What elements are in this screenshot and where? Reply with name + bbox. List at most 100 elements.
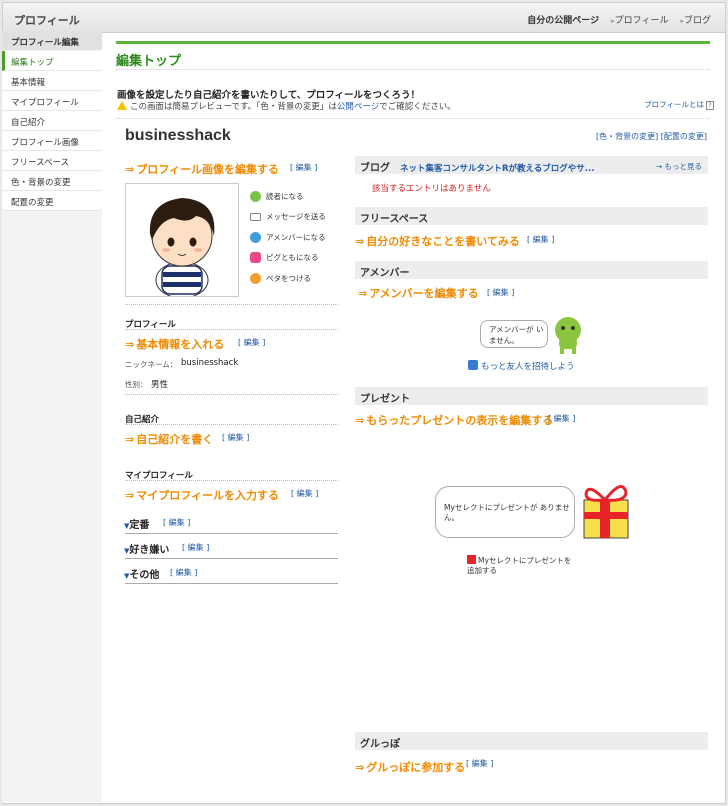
action-message[interactable]: メッセージを送る (250, 207, 326, 228)
toggle-other[interactable]: その他 (124, 566, 159, 581)
action-label: 読者になる (266, 191, 304, 201)
sidebar-item-basic-info[interactable]: 基本情報 (2, 71, 102, 91)
edit-button[interactable]: [ 編集 ] (238, 337, 265, 348)
preview-note: この画面は簡易プレビューです。「色・背景の変更」は公開ページでご確認ください。 (117, 100, 456, 112)
gurupo-heading: グルっぽ (360, 739, 400, 750)
write-intro-link[interactable]: 自己紹介を書く (125, 431, 213, 447)
action-peta[interactable]: ペタをつける (250, 268, 326, 289)
edit-profile-image-link[interactable]: プロフィール画像を編集する (125, 161, 279, 177)
header-title: プロフィール (14, 14, 80, 27)
present-header: プレゼント (355, 387, 708, 405)
add-present-link[interactable]: Myセレクトにプレゼントを追加する (467, 555, 577, 576)
divider (125, 480, 338, 481)
present-bubble: Myセレクトにプレゼントが ありません。 (435, 486, 575, 538)
nickname-label: ニックネーム： (125, 360, 178, 369)
free-space-header: フリースペース (355, 207, 708, 225)
present-heading: プレゼント (360, 394, 410, 405)
about-profile-link[interactable]: プロフィールとは? (644, 99, 714, 110)
blog-empty-message: 該当するエントリはありません (372, 184, 491, 194)
invite-friends-link[interactable]: もっと友人を招待しよう (468, 360, 575, 372)
sidebar-heading: プロフィール編集 (2, 31, 102, 50)
blog-heading: ブログ (360, 163, 390, 174)
header-bar: プロフィール 自分の公開ページ プロフィール ブログ (3, 3, 725, 33)
avatar (125, 183, 239, 299)
nickname-value: businesshack (181, 358, 239, 368)
sidebar-item-my-profile[interactable]: マイプロフィール (2, 91, 102, 111)
my-profile-label: マイプロフィールを入力する (136, 489, 279, 502)
about-profile-label: プロフィールとは (644, 100, 704, 109)
amember-mascot-icon (555, 317, 581, 354)
gurupo-join-label: グルっぽに参加する (366, 761, 466, 774)
present-edit-label: もらったプレゼントの表示を編集する (366, 414, 554, 427)
amember-bubble: アメンバーが いません。 (480, 320, 548, 348)
action-reader[interactable]: 読者になる (250, 186, 326, 207)
note-prefix: この画面は簡易プレビューです。「色・背景の変更」は (130, 102, 337, 112)
sidebar-item-self-intro[interactable]: 自己紹介 (2, 111, 102, 131)
edit-button[interactable]: [ 編集 ] (222, 432, 249, 443)
header-nav: 自分の公開ページ プロフィール ブログ (527, 13, 711, 26)
gurupo-join-link[interactable]: グルっぽに参加する (355, 759, 465, 775)
layout-links[interactable]: [色・背景の変更] [配置の変更] (596, 131, 707, 142)
action-label: アメンバーになる (266, 232, 326, 242)
action-label: ピグともになる (266, 253, 319, 263)
sidebar-item-free-space[interactable]: フリースペース (2, 151, 102, 171)
basic-info-link[interactable]: 基本情報を入れる (125, 336, 224, 352)
divider (116, 69, 710, 70)
nav-blog[interactable]: ブログ (680, 13, 711, 26)
toggle-standard[interactable]: 定番 (124, 516, 149, 531)
edit-button[interactable]: [ 編集 ] (182, 542, 209, 553)
action-pigg[interactable]: ピグともになる (250, 248, 326, 269)
gift-icon (583, 485, 629, 539)
action-label: メッセージを送る (266, 212, 326, 222)
edit-button[interactable]: [ 編集 ] (163, 517, 190, 528)
note-suffix: でご確認ください。 (379, 102, 456, 112)
divider (125, 583, 338, 584)
invite-icon (468, 360, 478, 370)
blog-title-link[interactable]: ネット集客コンサルタントRが教えるブログやサ... (400, 164, 594, 174)
divider (125, 424, 338, 425)
divider (125, 533, 338, 534)
free-space-label: 自分の好きなことを書いてみる (366, 235, 520, 248)
amember-heading: アメンバー (360, 268, 410, 279)
amember-edit-link[interactable]: アメンバーを編集する (358, 285, 479, 301)
edit-button[interactable]: [ 編集 ] (291, 488, 318, 499)
my-profile-link[interactable]: マイプロフィールを入力する (125, 487, 279, 503)
reader-icon (250, 190, 261, 202)
edit-button[interactable]: [ 編集 ] (487, 287, 514, 298)
sidebar-item-edit-top[interactable]: 編集トップ (2, 51, 102, 71)
divider (125, 304, 338, 305)
amember-header: アメンバー (355, 261, 708, 279)
blog-more-link[interactable]: → もっと見る (656, 161, 702, 172)
edit-profile-image-label: プロフィール画像を編集する (136, 163, 279, 176)
action-label: ペタをつける (266, 273, 311, 283)
divider (125, 394, 338, 395)
edit-button[interactable]: [ 編集 ] (527, 234, 554, 245)
intro-text: 画像を設定したり自己紹介を書いたりして、プロフィールをつくろう！ (117, 90, 421, 101)
nav-public-page[interactable]: 自分の公開ページ (527, 13, 599, 26)
toggle-likes[interactable]: 好き嫌い (124, 541, 169, 556)
sidebar: プロフィール編集 編集トップ 基本情報 マイプロフィール 自己紹介 プロフィール… (2, 31, 102, 802)
sidebar-item-color-bg[interactable]: 色・背景の変更 (2, 171, 102, 191)
edit-button[interactable]: [ 編集 ] (466, 758, 493, 769)
peta-icon (250, 272, 261, 284)
amember-icon (250, 231, 261, 243)
free-space-heading: フリースペース (360, 214, 429, 225)
sidebar-item-layout[interactable]: 配置の変更 (2, 191, 102, 211)
edit-button[interactable]: [ 編集 ] (548, 413, 575, 424)
nav-profile[interactable]: プロフィール (611, 13, 669, 26)
warning-icon (117, 101, 127, 110)
basic-info-label: 基本情報を入れる (136, 338, 225, 351)
avatar-image (149, 198, 215, 299)
amember-edit-label: アメンバーを編集する (369, 287, 479, 300)
edit-button[interactable]: [ 編集 ] (170, 567, 197, 578)
edit-button[interactable]: [ 編集 ] (290, 162, 317, 173)
public-page-link[interactable]: 公開ページ (337, 102, 379, 112)
add-present-label: Myセレクトにプレゼントを追加する (467, 556, 572, 575)
help-icon: ? (706, 101, 714, 110)
pigg-icon (250, 252, 261, 264)
action-amember[interactable]: アメンバーになる (250, 227, 326, 248)
present-edit-link[interactable]: もらったプレゼントの表示を編集する (355, 412, 553, 428)
divider (116, 118, 710, 119)
free-space-link[interactable]: 自分の好きなことを書いてみる (355, 233, 520, 249)
sidebar-item-profile-image[interactable]: プロフィール画像 (2, 131, 102, 151)
